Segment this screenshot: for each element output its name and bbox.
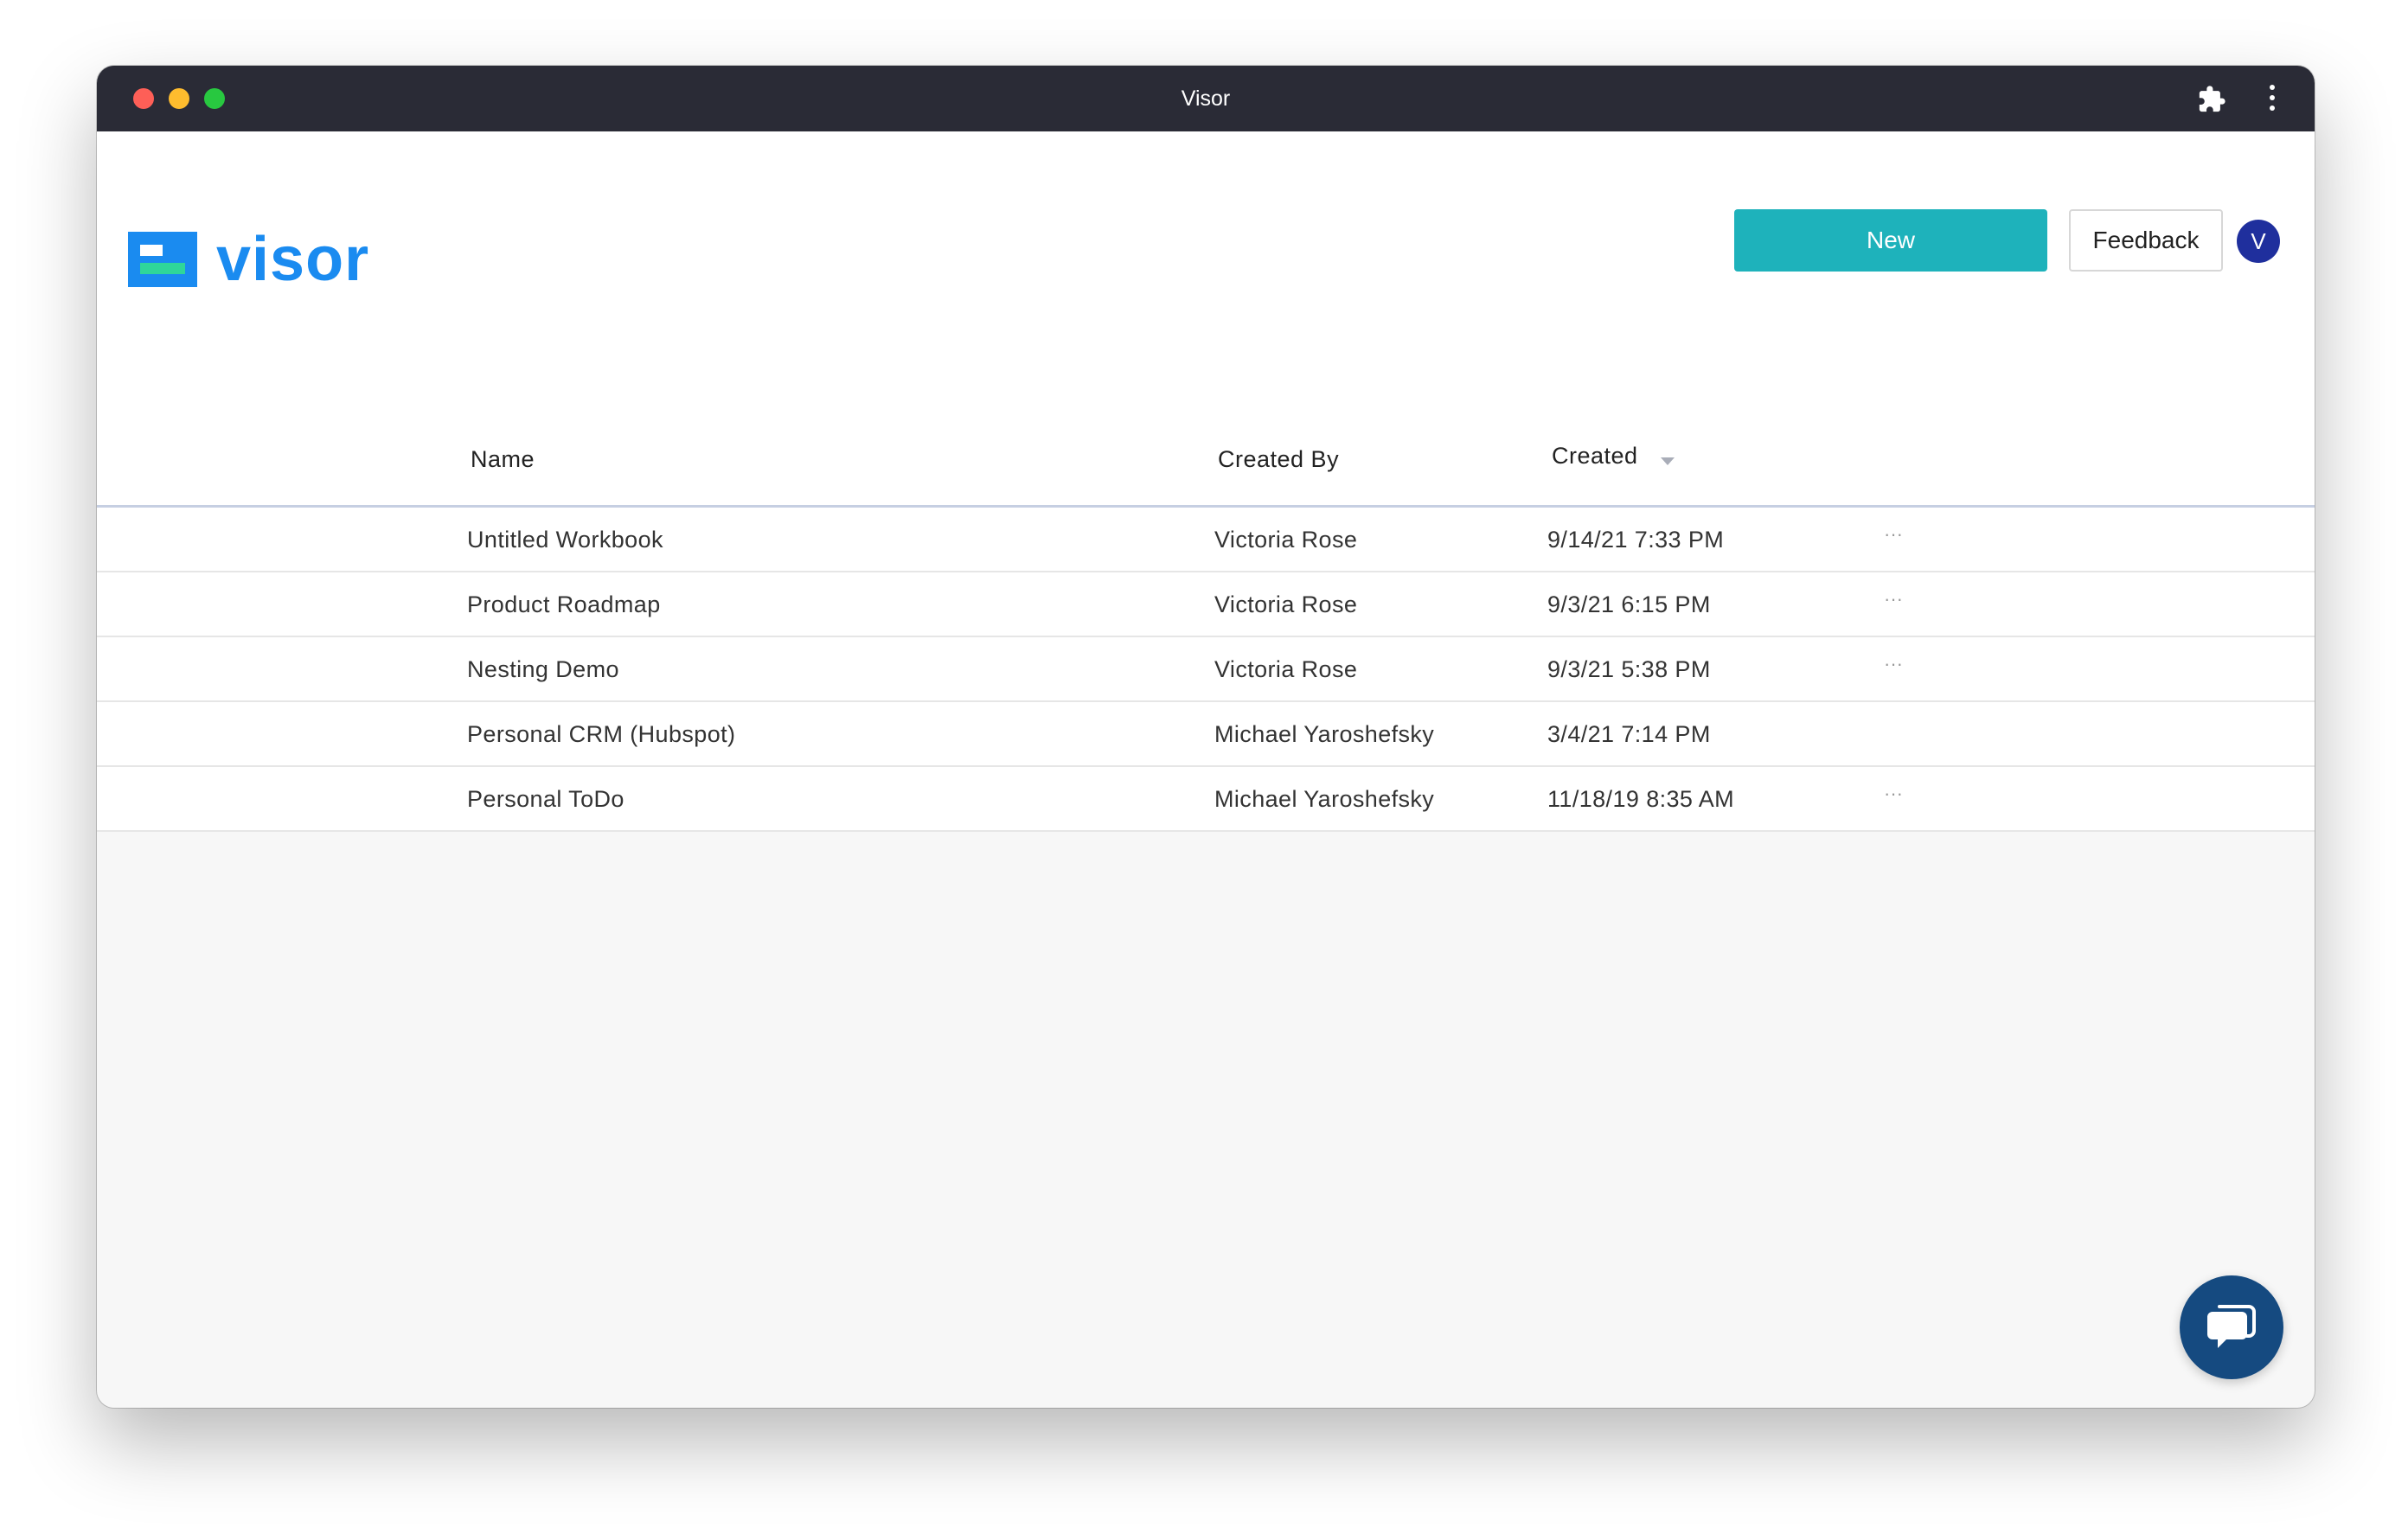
new-button[interactable]: New <box>1734 209 2047 272</box>
table-row[interactable]: Untitled Workbook Victoria Rose 9/14/21 … <box>97 508 2315 572</box>
browser-window: Visor visor New Feedback V Name Created … <box>97 66 2315 1408</box>
app-header: visor New Feedback V <box>97 131 2315 412</box>
kebab-icon[interactable] <box>2268 85 2277 112</box>
more-options-icon[interactable]: ··· <box>1880 781 1906 807</box>
workbook-created-by: Victoria Rose <box>1214 527 1358 553</box>
workbook-name[interactable]: Personal ToDo <box>467 786 624 813</box>
workbook-created: 9/3/21 5:38 PM <box>1547 656 1711 682</box>
workbook-created: 11/18/19 8:35 AM <box>1547 786 1735 812</box>
workbook-name[interactable]: Personal CRM (Hubspot) <box>467 721 735 748</box>
workbook-created-by: Victoria Rose <box>1214 656 1358 682</box>
workbook-created-by: Victoria Rose <box>1214 591 1358 617</box>
more-options-icon[interactable]: ··· <box>1880 586 1906 612</box>
column-header-created[interactable]: Created <box>1552 443 1638 470</box>
column-header-created-by[interactable]: Created By <box>1218 446 1339 473</box>
caret-down-icon[interactable] <box>1661 457 1675 465</box>
chat-button[interactable] <box>2180 1275 2283 1379</box>
more-options-icon[interactable] <box>1880 716 1906 742</box>
user-avatar[interactable]: V <box>2237 220 2280 263</box>
brand-name: visor <box>216 225 370 294</box>
window-title: Visor <box>1181 86 1231 111</box>
table-row[interactable]: Nesting Demo Victoria Rose 9/3/21 5:38 P… <box>97 637 2315 702</box>
table-header: Name Created By Created <box>97 412 2315 508</box>
title-bar: Visor <box>97 66 2315 131</box>
workbook-created: 3/4/21 7:14 PM <box>1547 721 1711 747</box>
feedback-button[interactable]: Feedback <box>2069 209 2223 272</box>
workbook-created: 9/3/21 6:15 PM <box>1547 591 1711 617</box>
table-row[interactable]: Product Roadmap Victoria Rose 9/3/21 6:1… <box>97 572 2315 637</box>
workbook-name[interactable]: Untitled Workbook <box>467 527 663 553</box>
visor-logo[interactable]: visor <box>128 225 370 294</box>
chat-icon <box>2207 1305 2256 1348</box>
workbook-created-by: Michael Yaroshefsky <box>1214 721 1435 747</box>
workbook-created: 9/14/21 7:33 PM <box>1547 527 1725 553</box>
more-options-icon[interactable]: ··· <box>1880 521 1906 547</box>
visor-logo-icon <box>128 232 197 287</box>
table-row[interactable]: Personal ToDo Michael Yaroshefsky 11/18/… <box>97 767 2315 832</box>
workbook-name[interactable]: Nesting Demo <box>467 656 619 683</box>
workbook-name[interactable]: Product Roadmap <box>467 591 661 618</box>
workbook-list: Untitled Workbook Victoria Rose 9/14/21 … <box>97 508 2315 832</box>
table-row[interactable]: Personal CRM (Hubspot) Michael Yaroshefs… <box>97 702 2315 767</box>
workbook-created-by: Michael Yaroshefsky <box>1214 786 1435 812</box>
puzzle-icon[interactable] <box>2197 85 2226 114</box>
column-header-name[interactable]: Name <box>471 446 535 473</box>
more-options-icon[interactable]: ··· <box>1880 651 1906 677</box>
